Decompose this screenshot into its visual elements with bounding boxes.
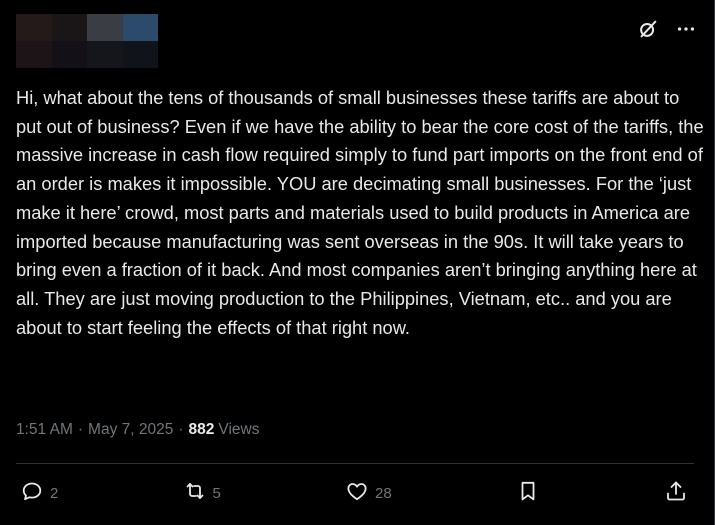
like-count: 28	[375, 484, 392, 502]
views-count: 882	[188, 421, 215, 438]
divider	[16, 463, 694, 464]
post-header	[16, 14, 698, 70]
redacted-author-block	[16, 14, 158, 68]
post-detail: Hi, what about the tens of thousands of …	[0, 0, 715, 525]
meta-separator: ·	[77, 421, 84, 438]
post-time[interactable]: 1:51 AM	[16, 421, 73, 439]
post-date[interactable]: May 7, 2025	[88, 421, 173, 439]
views-label: Views	[218, 421, 260, 438]
repost-button[interactable]: 5	[183, 479, 221, 507]
action-bar: 2 5 28	[20, 478, 688, 508]
grok-icon[interactable]	[636, 17, 660, 41]
meta-separator: ·	[178, 421, 184, 438]
post-meta: 1:51 AM · May 7, 2025 · 882 Views	[16, 421, 259, 439]
repost-count: 5	[212, 484, 221, 502]
bookmark-button[interactable]	[516, 479, 540, 507]
reply-count: 2	[50, 484, 59, 502]
like-button[interactable]: 28	[345, 479, 392, 507]
repost-icon	[183, 479, 207, 507]
share-icon	[664, 479, 688, 507]
header-actions	[636, 14, 698, 44]
reply-button[interactable]: 2	[20, 479, 58, 507]
heart-icon	[345, 479, 369, 507]
bookmark-icon	[516, 479, 540, 507]
post-text: Hi, what about the tens of thousands of …	[16, 87, 709, 338]
more-icon[interactable]	[674, 17, 698, 41]
reply-icon	[20, 479, 44, 507]
share-button[interactable]	[664, 479, 688, 507]
